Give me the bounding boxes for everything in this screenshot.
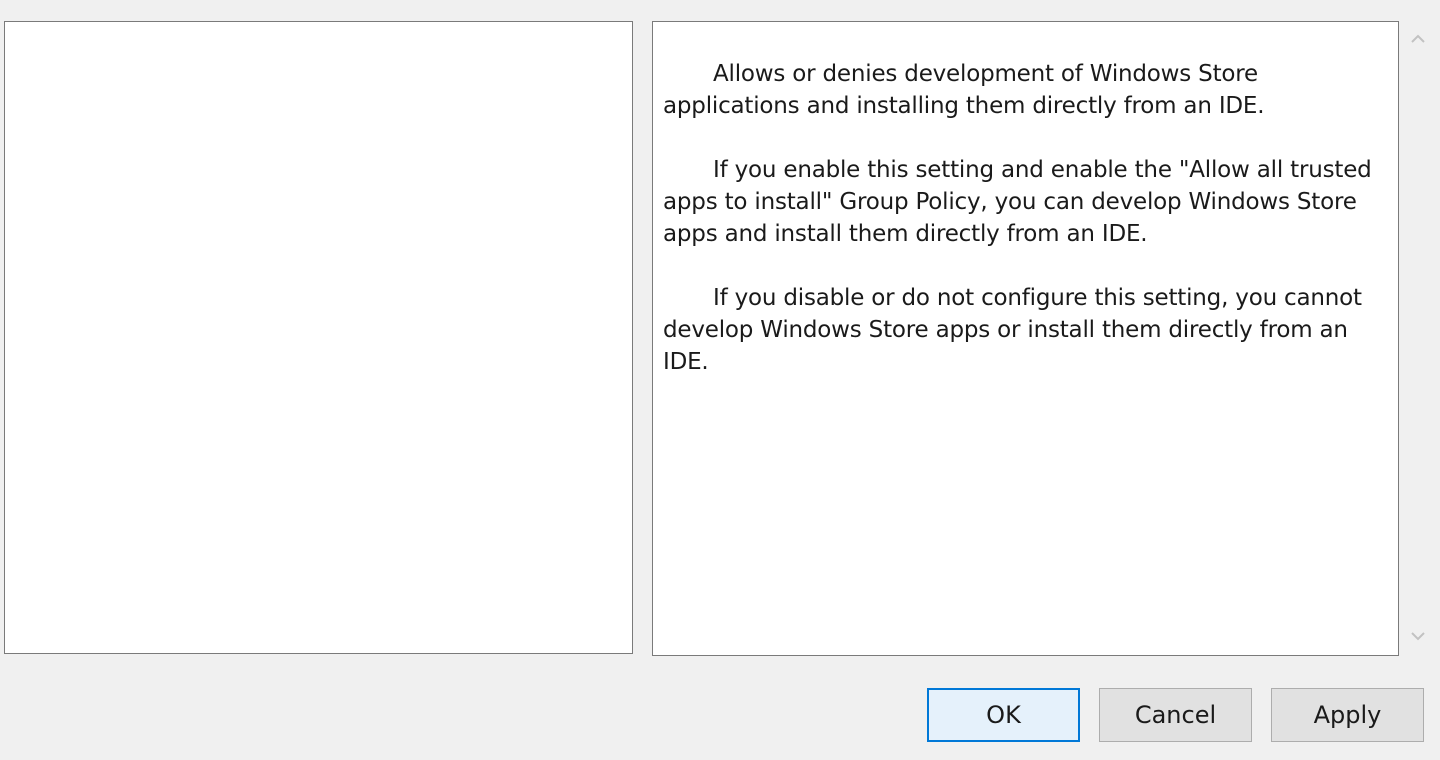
chevron-up-icon[interactable] [1408,29,1428,49]
help-paragraph-1: Allows or denies development of Windows … [663,61,1265,119]
help-paragraph-2: If you enable this setting and enable th… [663,157,1372,247]
help-paragraph-3: If you disable or do not configure this … [663,285,1362,375]
chevron-down-icon[interactable] [1408,626,1428,646]
ok-button[interactable]: OK [927,688,1080,742]
policy-dialog: Allows or denies development of Windows … [0,0,1440,760]
options-pane [4,21,633,654]
apply-button[interactable]: Apply [1271,688,1424,742]
help-pane: Allows or denies development of Windows … [652,21,1399,656]
button-row: OK Cancel Apply [0,688,1440,744]
cancel-button[interactable]: Cancel [1099,688,1252,742]
help-scrollbar[interactable] [1403,21,1433,656]
